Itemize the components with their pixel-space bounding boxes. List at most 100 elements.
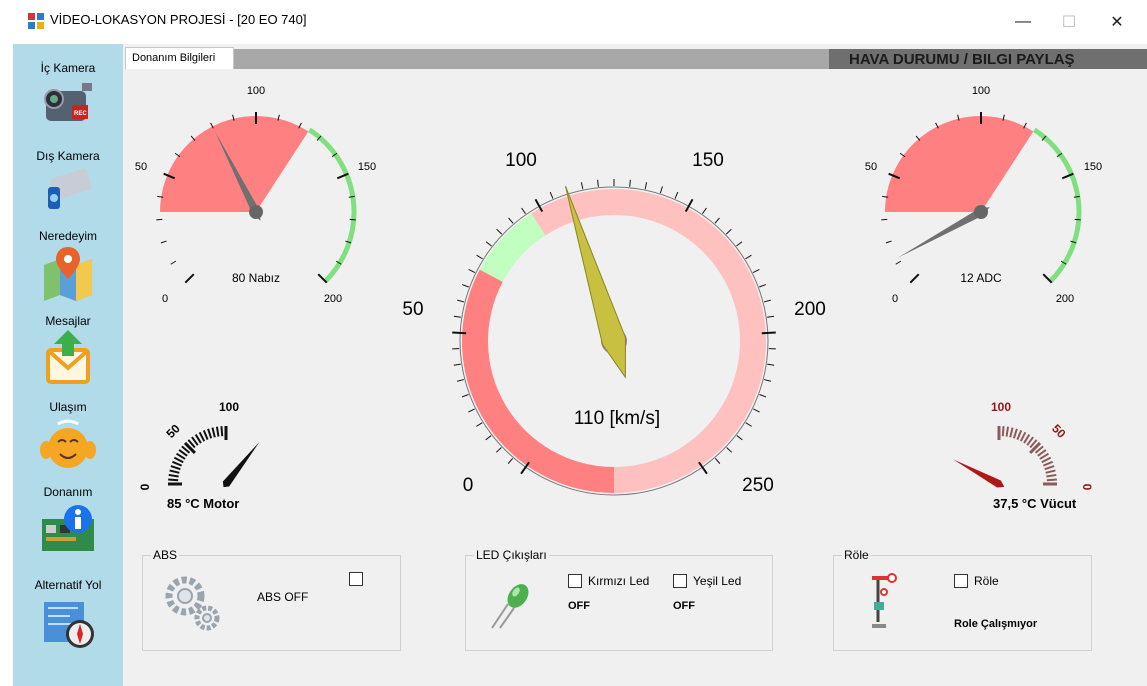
sidebar-item-alternatif-yol[interactable]: Alternatif Yol [13,578,123,650]
adc-value-label: 12 ADC [960,271,1002,285]
minor-tick [725,228,732,235]
pulse-tick-200: 200 [324,293,342,305]
sidebar-item-ulasim[interactable]: Ulaşım [13,400,123,472]
minor-tick [895,260,902,265]
major-tick [909,273,920,284]
content-panel: Donanım Bilgileri HAVA DURUMU / BILGI PA… [123,44,1147,686]
minor-tick [508,217,514,224]
relay-checkbox[interactable] [954,574,968,588]
minor-tick [714,458,721,464]
speed-red-zone [461,269,614,493]
minor-tick [476,422,483,427]
maximize-button[interactable]: ☐ [1046,0,1092,44]
body-tick-50: 50 [1049,421,1069,441]
sidebar-item-label: İç Kamera [40,61,96,75]
minor-tick [468,408,475,413]
pulse-gauge: 0 50 100 150 200 80 Nabız [135,85,376,305]
speed-value-label: 110 [km/s] [574,408,660,429]
sidebar-item-donanim[interactable]: Donanım [13,485,123,557]
minor-tick [714,217,720,224]
speed-green-zone [479,213,546,282]
minor-tick [759,394,767,398]
minor-tick [172,460,183,467]
minor-tick [485,241,492,247]
map-pin-icon [44,247,92,301]
minor-tick [745,422,752,427]
led-icon [491,584,529,629]
minor-tick [168,473,179,478]
speed-pink-zone [531,189,766,493]
minor-tick [597,179,599,187]
minor-tick [767,315,775,318]
minor-tick [1019,431,1027,442]
title-bar[interactable]: VİDEO-LOKASYON PROJESİ - [20 EO 740] — ☐… [0,0,1147,44]
green-led-label: Yeşil Led [693,574,742,588]
smiley-icon [40,419,96,468]
motor-value-label: 85 °C Motor [167,496,239,511]
adc-tick-200: 200 [1056,293,1074,305]
close-button[interactable]: ✕ [1094,0,1140,44]
minor-tick [885,240,892,244]
speed-tick-50: 50 [402,299,423,320]
red-led-checkbox[interactable] [568,574,582,588]
sidebar-item-label: Dış Kamera [36,149,100,163]
minor-tick [170,465,181,471]
minor-tick [763,299,771,303]
red-led-status: OFF [568,600,590,612]
sidebar-item-label: Neredeyim [38,229,98,243]
relay-status: Role Çalışmıyor [954,618,1038,630]
pulse-tick-50: 50 [135,161,147,173]
minor-tick [702,207,707,215]
minor-tick [169,469,180,474]
adc-green-ring [1033,127,1082,284]
minor-tick [211,427,216,438]
led-group: LED Çıkışları Kırmızı Led OFF Yeşil Led … [465,548,773,651]
sidebar-item-mesajlar[interactable]: Mesajlar [13,314,123,386]
green-led-checkbox[interactable] [673,574,687,588]
pulse-tick-0: 0 [162,293,168,305]
relay-group-title: Röle [842,548,871,562]
speed-tick-150: 150 [692,150,724,171]
minor-tick [173,456,184,464]
minimize-button[interactable]: — [1000,0,1046,44]
minor-tick [549,191,554,199]
body-temp-gauge: 100 50 0 37,5 °C Vücut [953,400,1094,511]
minor-tick [453,363,461,366]
app-window: VİDEO-LOKASYON PROJESİ - [20 EO 740] — ☐… [0,0,1147,686]
sidebar-item-neredeyim[interactable]: Neredeyim [13,229,123,301]
sidebar-item-ic-kamera[interactable]: İç Kamera REC [13,61,123,133]
sidebar-item-dis-kamera[interactable]: Dış Kamera [13,149,123,221]
minor-tick [726,447,733,453]
body-tick-0: 0 [1080,484,1094,491]
minor-tick [1045,469,1056,474]
minor-tick [461,284,469,288]
app-icon [28,13,44,29]
speed-tick-250: 250 [742,475,774,496]
minor-tick [764,379,772,382]
minor-tick [1046,473,1057,478]
minor-tick [168,478,179,482]
abs-checkbox[interactable] [349,572,363,586]
pulse-tick-150: 150 [358,161,376,173]
minor-tick [1005,426,1010,437]
speed-tick-200: 200 [794,299,826,320]
window-title: VİDEO-LOKASYON PROJESİ - [20 EO 740] [50,12,307,27]
minor-tick [1016,430,1023,441]
sidebar-item-label: Alternatif Yol [34,578,102,592]
minor-tick [170,260,177,265]
adc-tick-100: 100 [972,85,990,97]
adc-hub [974,205,988,219]
pulse-value-label: 80 Nabız [232,271,280,285]
minor-tick [207,428,213,439]
motor-tick-50: 50 [163,421,183,441]
motor-needle [222,441,260,488]
minor-tick [198,431,206,442]
minor-tick [759,284,767,288]
speed-gauge: 0 50 100 150 200 250 110 [km/s] [402,150,825,496]
sidebar-item-label: Donanım [43,485,93,499]
minor-tick [644,182,648,190]
minor-tick [736,435,743,441]
minor-tick [1009,427,1014,438]
adc-red-zone [885,115,1034,212]
minor-tick [220,426,224,437]
